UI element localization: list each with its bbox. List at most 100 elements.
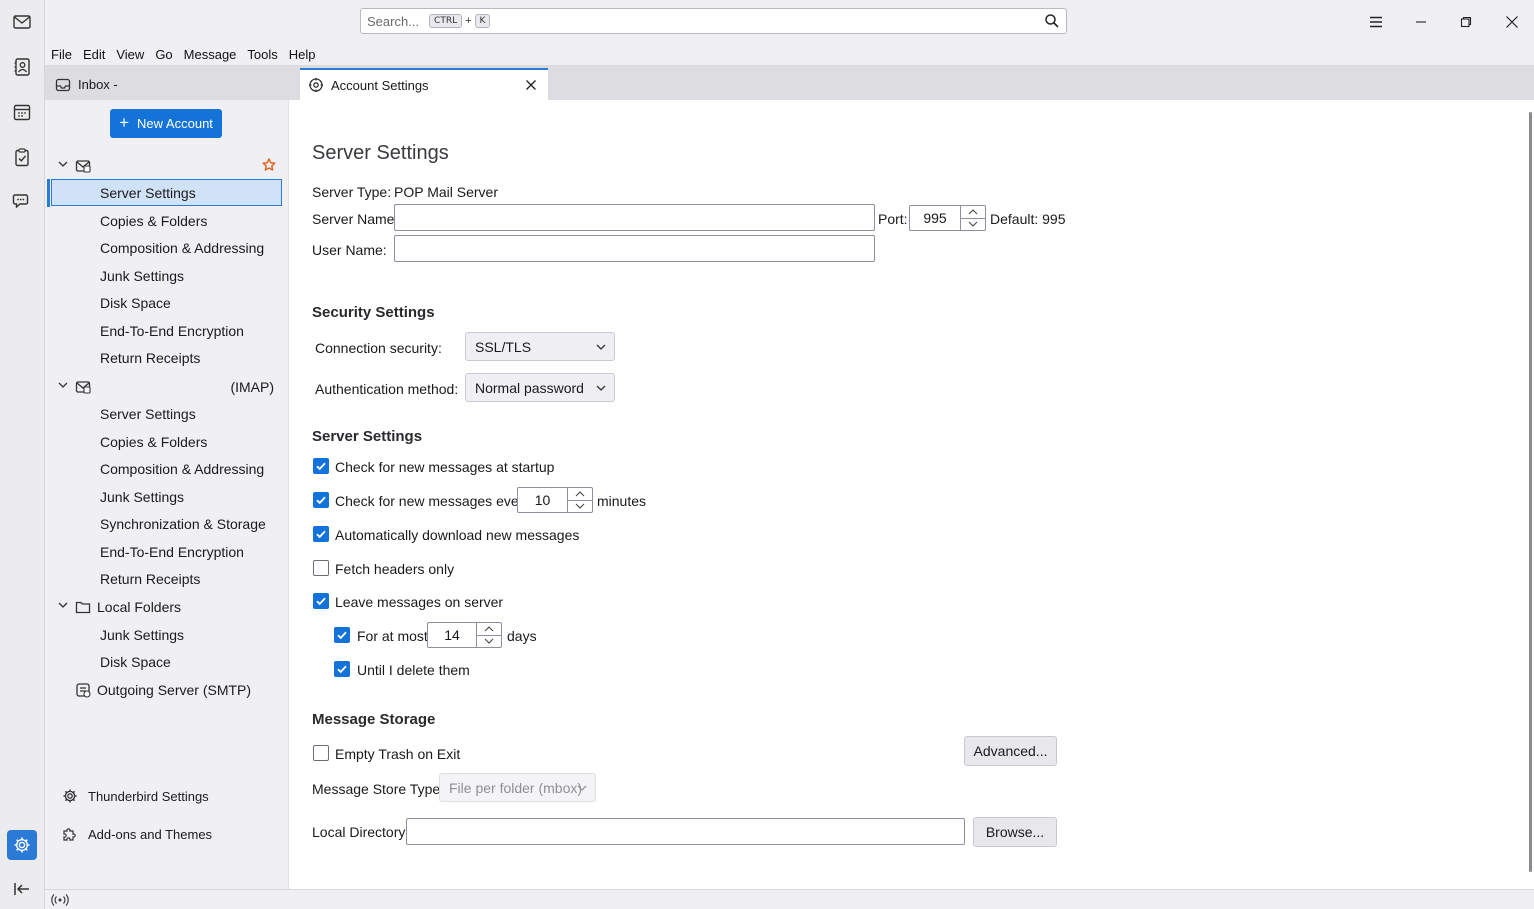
- port-decrement-button[interactable]: [961, 217, 985, 231]
- user-name-input[interactable]: [394, 235, 875, 262]
- auth-method-value: Normal password: [475, 379, 584, 396]
- menu-edit[interactable]: Edit: [83, 47, 105, 62]
- days-increment[interactable]: [477, 623, 501, 635]
- check-interval-decrement[interactable]: [568, 499, 592, 513]
- tree-item-server-settings-2[interactable]: Server Settings: [45, 400, 289, 427]
- tree-local-folders[interactable]: Local Folders: [45, 593, 289, 620]
- status-bar: [45, 889, 1534, 909]
- menu-message[interactable]: Message: [184, 47, 237, 62]
- until-delete-label[interactable]: Until I delete them: [357, 662, 470, 678]
- tab-inbox[interactable]: Inbox -: [55, 69, 295, 100]
- server-settings-heading: Server Settings: [312, 428, 423, 445]
- check-interval-increment[interactable]: [568, 488, 592, 500]
- menu-file[interactable]: File: [51, 47, 72, 62]
- check-every-checkbox[interactable]: [313, 492, 329, 508]
- chat-space-button[interactable]: [7, 186, 37, 216]
- message-storage-heading: Message Storage: [312, 711, 436, 728]
- tree-item-copies-folders-1[interactable]: Copies & Folders: [45, 207, 289, 234]
- port-stepper-arrows: [960, 206, 985, 230]
- tree-item-junk-local[interactable]: Junk Settings: [45, 621, 289, 648]
- server-settings-pane: Server Settings Server Type: POP Mail Se…: [289, 100, 1534, 889]
- menu-view[interactable]: View: [116, 47, 144, 62]
- port-increment-button[interactable]: [961, 206, 985, 218]
- online-status-icon[interactable]: [51, 893, 69, 907]
- fetch-headers-label[interactable]: Fetch headers only: [335, 561, 454, 577]
- tree-item-server-settings-1[interactable]: Server Settings: [51, 179, 282, 206]
- settings-space-button[interactable]: [7, 830, 37, 860]
- collapse-spaces-button[interactable]: [7, 874, 37, 904]
- until-delete-checkbox[interactable]: [334, 661, 350, 677]
- scrollbar[interactable]: [1529, 112, 1532, 872]
- tree-item-e2e-1[interactable]: End-To-End Encryption: [45, 317, 289, 344]
- close-window-button[interactable]: [1500, 10, 1524, 34]
- check-startup-label[interactable]: Check for new messages at startup: [335, 459, 554, 475]
- account-tree: + New Account Server Settings Copies & F…: [45, 100, 289, 889]
- for-at-most-label[interactable]: For at most: [357, 628, 428, 644]
- menu-help[interactable]: Help: [289, 47, 316, 62]
- check-interval-stepper[interactable]: 10: [517, 487, 593, 513]
- tree-account-2[interactable]: (IMAP): [45, 373, 289, 400]
- check-startup-checkbox[interactable]: [313, 458, 329, 474]
- port-stepper[interactable]: 995: [909, 205, 986, 231]
- chevron-down-icon[interactable]: [57, 599, 69, 611]
- tree-item-e2e-2[interactable]: End-To-End Encryption: [45, 538, 289, 565]
- advanced-button[interactable]: Advanced...: [964, 736, 1057, 766]
- search-icon[interactable]: [1044, 13, 1060, 29]
- menu-tools[interactable]: Tools: [247, 47, 277, 62]
- chevron-down-icon[interactable]: [57, 379, 69, 391]
- leave-on-server-checkbox[interactable]: [313, 593, 329, 609]
- tree-item-disk-space-local[interactable]: Disk Space: [45, 648, 289, 675]
- new-account-button[interactable]: + New Account: [110, 109, 222, 138]
- mail-space-button[interactable]: [7, 7, 37, 37]
- days-stepper[interactable]: 14: [427, 622, 502, 648]
- tree-item-junk-1[interactable]: Junk Settings: [45, 262, 289, 289]
- tree-item-disk-space-1[interactable]: Disk Space: [45, 289, 289, 316]
- collapse-left-icon: [14, 883, 29, 895]
- addons-themes-link[interactable]: Add-ons and Themes: [45, 819, 289, 849]
- tree-item-copies-folders-2[interactable]: Copies & Folders: [45, 428, 289, 455]
- tree-item-receipts-2[interactable]: Return Receipts: [45, 565, 289, 592]
- tree-item-composition-2[interactable]: Composition & Addressing: [45, 455, 289, 482]
- server-name-input[interactable]: [394, 204, 875, 231]
- address-book-icon: [14, 58, 30, 76]
- chevron-down-icon[interactable]: [57, 158, 69, 170]
- minimize-button[interactable]: [1409, 10, 1433, 34]
- fetch-headers-checkbox[interactable]: [313, 560, 329, 576]
- tree-account-1[interactable]: [45, 152, 289, 179]
- days-decrement[interactable]: [477, 634, 501, 648]
- tree-outgoing-server[interactable]: Outgoing Server (SMTP): [45, 676, 289, 703]
- minutes-label: minutes: [597, 493, 647, 509]
- auto-download-checkbox[interactable]: [313, 526, 329, 542]
- address-book-space-button[interactable]: [7, 52, 37, 82]
- thunderbird-settings-link[interactable]: Thunderbird Settings: [45, 781, 289, 811]
- close-tab-icon[interactable]: [523, 77, 539, 93]
- leave-on-server-label[interactable]: Leave messages on server: [335, 594, 503, 610]
- for-at-most-checkbox[interactable]: [334, 627, 350, 643]
- tab-account-settings[interactable]: Account Settings: [300, 68, 548, 100]
- app-menu-button[interactable]: [1364, 10, 1388, 34]
- check-every-label[interactable]: Check for new messages every: [335, 493, 530, 509]
- auto-download-label[interactable]: Automatically download new messages: [335, 527, 579, 543]
- connection-security-select[interactable]: SSL/TLS: [465, 332, 615, 361]
- local-directory-input[interactable]: [406, 818, 965, 845]
- tree-item-label: Return Receipts: [100, 349, 201, 366]
- menu-go[interactable]: Go: [155, 47, 172, 62]
- check-interval-arrows: [567, 488, 592, 512]
- empty-trash-label[interactable]: Empty Trash on Exit: [335, 746, 460, 762]
- checkmark-icon: [316, 597, 326, 606]
- browse-button[interactable]: Browse...: [973, 817, 1057, 847]
- tree-item-composition-1[interactable]: Composition & Addressing: [45, 234, 289, 261]
- calendar-space-button[interactable]: [7, 97, 37, 127]
- empty-trash-checkbox[interactable]: [313, 745, 329, 761]
- chevron-up-icon: [484, 625, 494, 632]
- chevron-up-icon: [968, 208, 978, 215]
- checkmark-icon: [337, 665, 347, 674]
- tasks-space-button[interactable]: [7, 142, 37, 172]
- tree-item-receipts-1[interactable]: Return Receipts: [45, 344, 289, 371]
- tree-item-sync-storage-2[interactable]: Synchronization & Storage: [45, 510, 289, 537]
- tree-item-junk-2[interactable]: Junk Settings: [45, 483, 289, 510]
- store-type-select[interactable]: File per folder (mbox): [439, 773, 596, 802]
- global-search-input[interactable]: Search... CTRL + K: [360, 8, 1067, 34]
- auth-method-select[interactable]: Normal password: [465, 373, 615, 402]
- restore-button[interactable]: [1454, 10, 1478, 34]
